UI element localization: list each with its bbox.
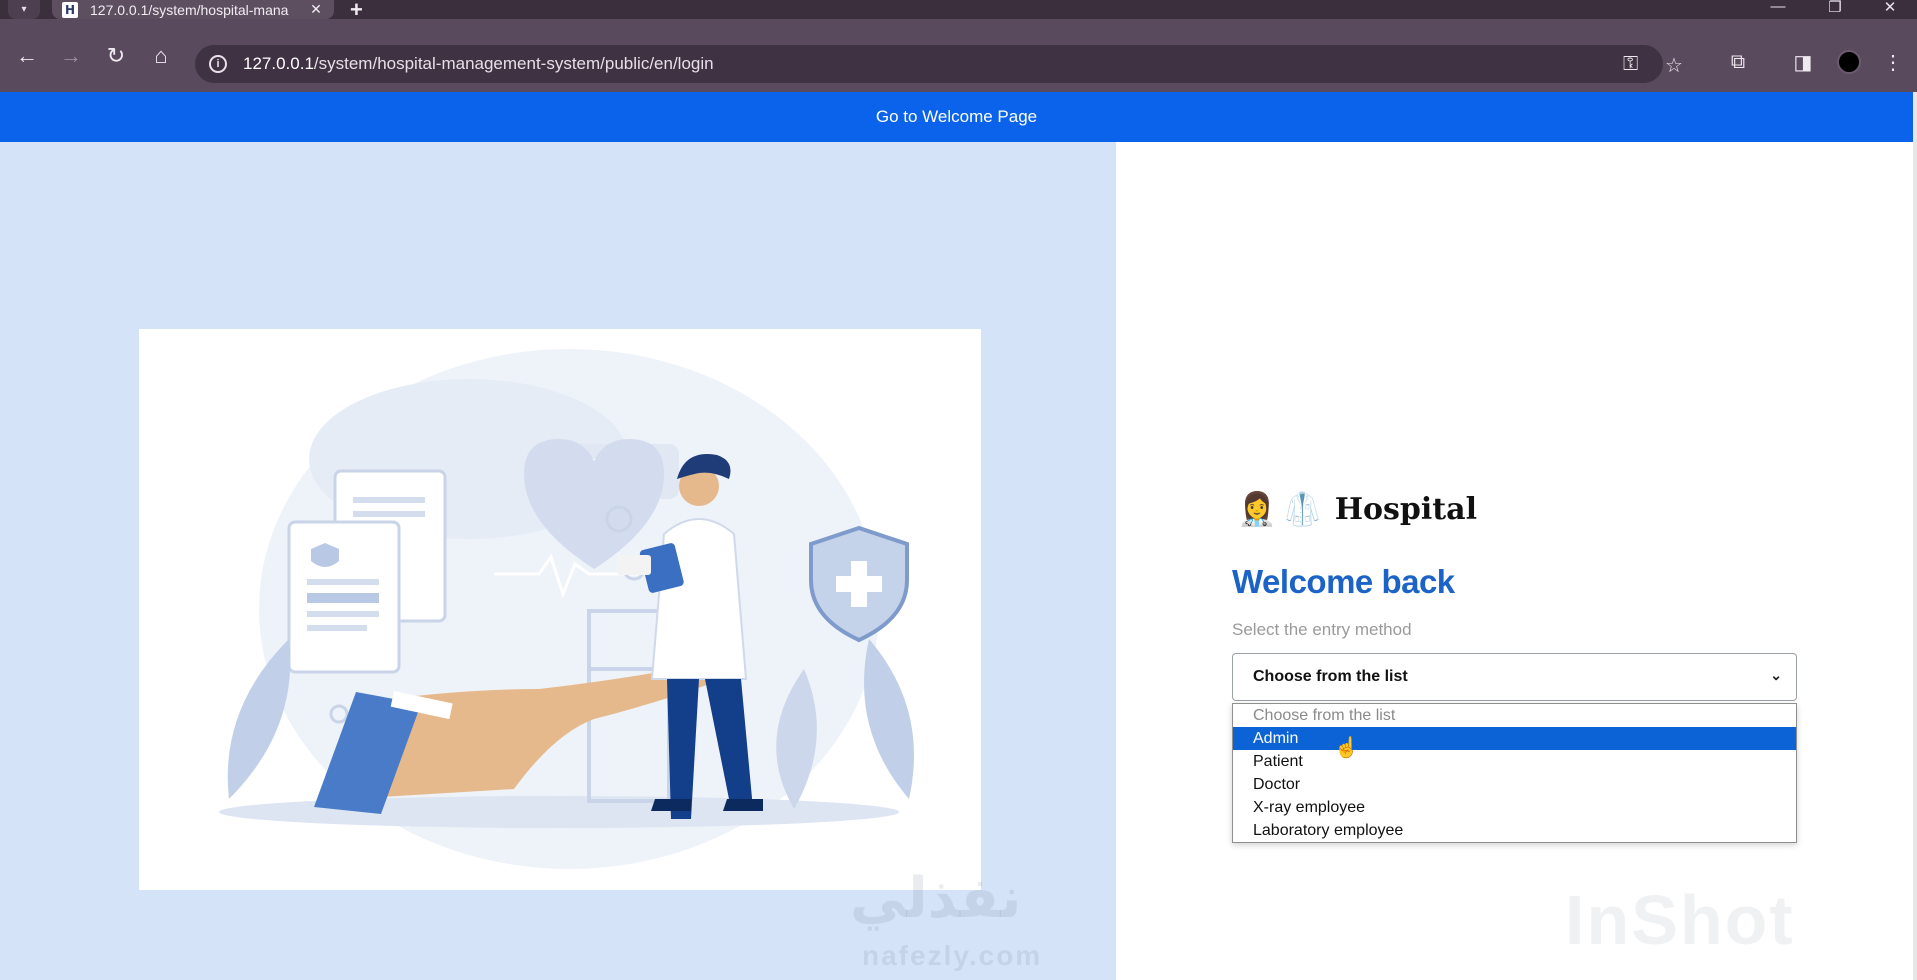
login-panel xyxy=(1116,142,1913,980)
tab-close-icon[interactable]: ✕ xyxy=(308,1,324,18)
profile-avatar[interactable] xyxy=(1837,50,1861,74)
restore-icon[interactable]: ❐ xyxy=(1815,0,1855,18)
hand-cursor-icon: ☝ xyxy=(1334,737,1359,759)
welcome-page-link[interactable]: Go to Welcome Page xyxy=(0,92,1913,142)
nafezly-watermark: نفذلي xyxy=(850,866,1022,931)
welcome-heading: Welcome back xyxy=(1232,563,1455,600)
nafezly-site-watermark: nafezly.com xyxy=(862,940,1043,971)
option-doctor[interactable]: Doctor xyxy=(1233,773,1796,796)
home-icon[interactable]: ⌂ xyxy=(146,41,176,71)
entry-method-select[interactable]: Choose from the list ⌄ xyxy=(1232,653,1797,701)
back-arrow-icon[interactable]: ← xyxy=(12,41,42,71)
address-bar[interactable]: i 127.0.0.1/system/hospital-management-s… xyxy=(195,45,1683,83)
more-menu-icon[interactable]: ⋮ xyxy=(1876,45,1910,79)
option-patient[interactable]: Patient xyxy=(1233,750,1796,773)
chevron-down-icon: ⌄ xyxy=(1770,667,1782,683)
window-close-icon[interactable]: ✕ xyxy=(1870,0,1910,18)
page-scrollbar[interactable] xyxy=(1913,92,1917,980)
lab-coat-icon: 🥼 xyxy=(1282,490,1323,528)
site-favicon-icon: H xyxy=(62,1,78,18)
url-text[interactable]: 127.0.0.1/system/hospital-management-sys… xyxy=(243,54,714,74)
browser-tab-active[interactable]: H 127.0.0.1/system/hospital-mana ✕ xyxy=(52,0,334,19)
option-xray-employee[interactable]: X-ray employee xyxy=(1233,796,1796,819)
bookmark-star-icon[interactable]: ☆ xyxy=(1665,53,1683,78)
inshot-watermark: InShot xyxy=(1565,881,1795,959)
tab-search-button[interactable]: ▾ xyxy=(8,0,40,19)
password-key-icon[interactable]: ⚿ xyxy=(1623,53,1638,76)
option-choose[interactable]: Choose from the list xyxy=(1233,704,1796,727)
forward-arrow-icon[interactable]: → xyxy=(56,41,86,71)
option-laboratory-employee[interactable]: Laboratory employee xyxy=(1233,819,1796,842)
entry-method-options: Choose from the list Admin Patient Docto… xyxy=(1232,703,1797,843)
reload-icon[interactable]: ↻ xyxy=(101,41,131,71)
side-panel-icon[interactable]: ◨ xyxy=(1786,45,1820,79)
option-admin[interactable]: Admin xyxy=(1233,727,1796,750)
tab-title: 127.0.0.1/system/hospital-mana xyxy=(90,1,289,18)
browser-toolbar: ← → ↻ ⌂ i 127.0.0.1/system/hospital-mana… xyxy=(0,19,1917,92)
site-info-icon[interactable]: i xyxy=(209,55,227,73)
doctor-care-illustration xyxy=(219,349,914,869)
select-value: Choose from the list xyxy=(1253,668,1408,685)
nurse-icon: 👩‍⚕️ xyxy=(1237,490,1277,528)
brand-logo: 👩‍⚕️ 🥼 Hospital xyxy=(1237,490,1477,528)
hospital-illustration xyxy=(139,329,981,890)
url-host: 127.0.0.1 xyxy=(243,54,314,73)
extensions-puzzle-icon[interactable]: ⧉ xyxy=(1721,45,1755,79)
entry-method-label: Select the entry method xyxy=(1232,620,1412,639)
minimize-icon[interactable]: — xyxy=(1758,0,1798,18)
brand-name: Hospital xyxy=(1334,491,1477,527)
url-path: /system/hospital-management-system/publi… xyxy=(313,54,714,73)
illustration-panel xyxy=(0,142,1116,980)
browser-tab-strip: ▾ H 127.0.0.1/system/hospital-mana ✕ + —… xyxy=(0,0,1917,22)
